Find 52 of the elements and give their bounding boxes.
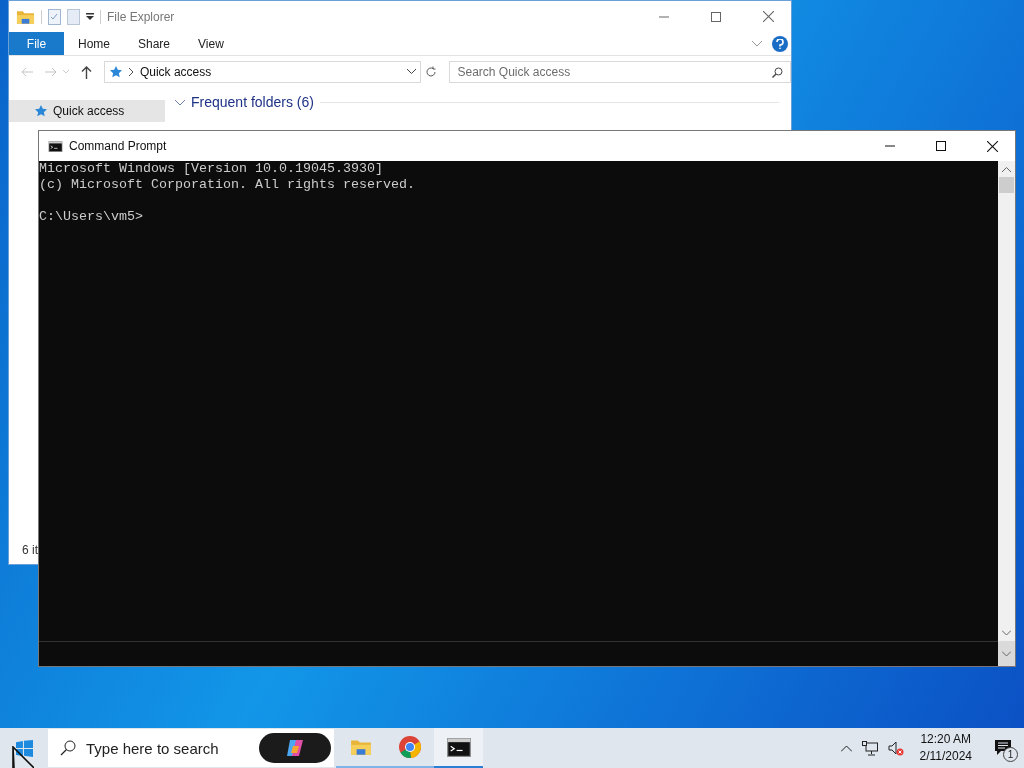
notification-button[interactable]: 1 bbox=[988, 733, 1018, 763]
muted-speaker-icon[interactable] bbox=[887, 740, 904, 756]
up-arrow-icon[interactable] bbox=[80, 65, 92, 79]
scrollbar[interactable] bbox=[998, 161, 1015, 666]
status-text: 6 it bbox=[21, 542, 39, 559]
folder-icon bbox=[349, 738, 372, 756]
ribbon-tab[interactable]: View bbox=[184, 32, 238, 55]
address-bar[interactable]: Quick access bbox=[103, 61, 422, 83]
chevron-right-icon bbox=[128, 68, 134, 76]
ribbon-tab[interactable]: Share bbox=[124, 32, 185, 55]
scroll-thumb[interactable] bbox=[999, 177, 1014, 193]
search-icon bbox=[772, 66, 783, 78]
copilot-button[interactable] bbox=[259, 733, 331, 763]
ribbon-tab[interactable]: Home bbox=[64, 32, 124, 55]
close-icon[interactable] bbox=[987, 140, 998, 152]
help-icon[interactable] bbox=[772, 35, 788, 52]
nav-item[interactable]: Quick access bbox=[9, 100, 165, 122]
refresh-icon[interactable] bbox=[425, 66, 438, 78]
scroll-up-icon[interactable] bbox=[1002, 167, 1011, 173]
clock-date[interactable]: 2/11/2024 bbox=[919, 748, 972, 765]
console-prompt: C:\Users\vm5> bbox=[39, 209, 144, 225]
folder-icon bbox=[16, 8, 35, 25]
windows-logo-icon bbox=[15, 739, 33, 757]
chevron-up-icon[interactable] bbox=[840, 744, 852, 752]
console-line: (c) Microsoft Corporation. All rights reserved. bbox=[39, 177, 416, 193]
properties-icon[interactable] bbox=[48, 8, 61, 25]
star-icon bbox=[108, 65, 123, 79]
chevron-down-icon[interactable] bbox=[407, 69, 417, 75]
clock-time[interactable]: 12:20 AM bbox=[920, 731, 972, 748]
window-title: Command Prompt bbox=[69, 138, 167, 155]
search-input[interactable]: Search Quick access bbox=[457, 62, 772, 82]
search-bar[interactable]: Type here to search bbox=[48, 729, 334, 767]
window-title: File Explorer bbox=[107, 8, 175, 26]
notification-badge: 1 bbox=[1003, 747, 1018, 762]
scroll-down-icon[interactable] bbox=[1002, 630, 1011, 636]
section-header: Frequent folders (6) bbox=[191, 93, 314, 112]
address-text: Quick access bbox=[139, 64, 213, 81]
console-line: Microsoft Windows [Version 10.0.19045.3930] bbox=[39, 161, 384, 177]
file-tab[interactable]: File bbox=[9, 32, 64, 55]
terminal-icon bbox=[48, 140, 63, 152]
copilot-icon bbox=[284, 737, 306, 759]
dropdown-icon[interactable] bbox=[86, 12, 94, 21]
maximize-icon[interactable] bbox=[936, 141, 946, 151]
search-input[interactable]: Type here to search bbox=[86, 729, 246, 767]
taskbar-app[interactable] bbox=[434, 728, 483, 768]
cursor-icon bbox=[12, 746, 34, 768]
search-bar[interactable]: Search Quick access bbox=[449, 61, 791, 83]
chrome-icon bbox=[397, 735, 422, 759]
search-icon bbox=[60, 740, 76, 756]
terminal-icon bbox=[446, 737, 471, 757]
star-icon bbox=[34, 104, 48, 118]
network-icon[interactable] bbox=[861, 740, 878, 756]
